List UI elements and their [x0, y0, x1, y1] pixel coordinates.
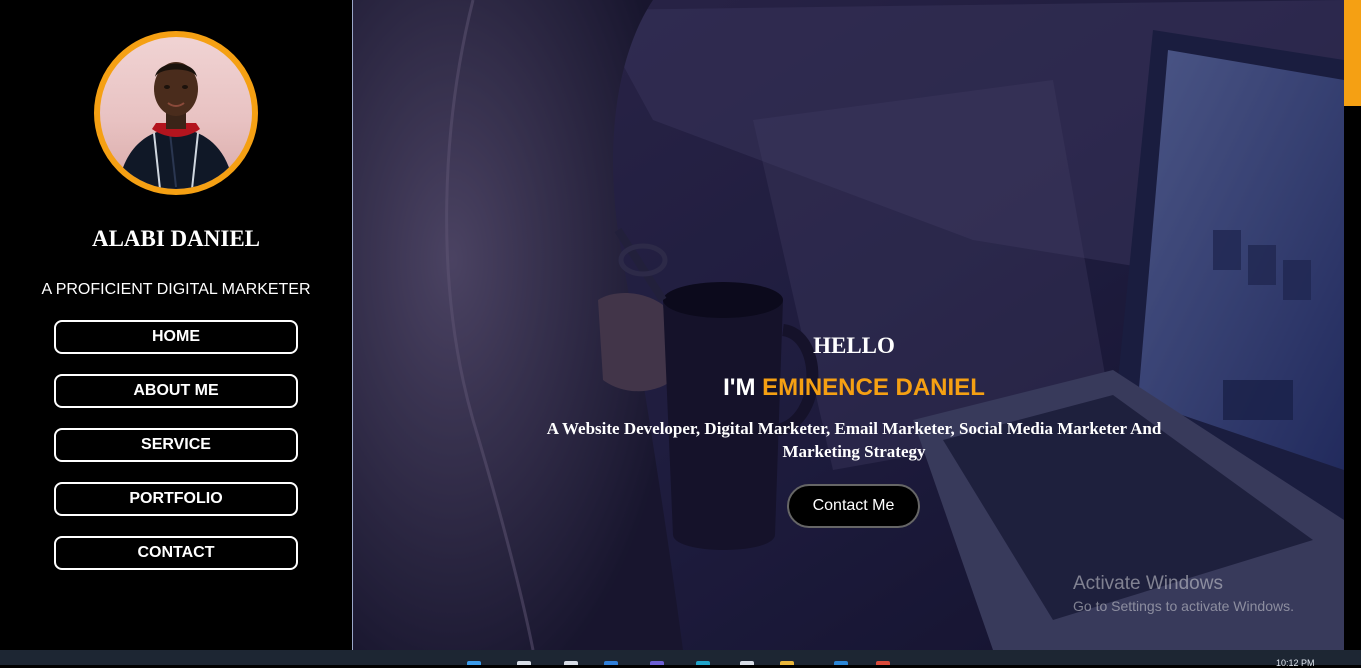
page-scrollbar[interactable] [1344, 0, 1361, 650]
nav-service-button[interactable]: SERVICE [54, 428, 298, 462]
activate-windows-title: Activate Windows [1073, 573, 1223, 594]
scrollbar-thumb[interactable] [1344, 0, 1361, 106]
profile-name: ALABI DANIEL [91, 226, 261, 251]
file-icon[interactable] [740, 661, 754, 665]
hero-intro-prefix: I'M [723, 374, 756, 401]
hero-section: HELLO I'M EMINENCE DANIEL A Website Deve… [353, 0, 1344, 650]
vscode-icon[interactable] [834, 661, 848, 665]
chrome-icon[interactable] [876, 661, 890, 665]
hero-greeting: HELLO [813, 333, 895, 358]
nav-home-button[interactable]: HOME [54, 320, 298, 354]
task-view-icon[interactable] [564, 661, 578, 665]
teams-icon[interactable] [650, 661, 664, 665]
nav-contact-button[interactable]: CONTACT [54, 536, 298, 570]
folder-icon[interactable] [780, 661, 794, 665]
nav-about-button[interactable]: ABOUT ME [54, 374, 298, 408]
taskbar-clock: 10:12 PM [1276, 658, 1315, 668]
hero-intro-name: EMINENCE DANIEL [762, 374, 985, 401]
contact-me-button[interactable]: Contact Me [787, 484, 920, 528]
taskbar: 10:12 PM [0, 650, 1361, 668]
hero-intro: I'M EMINENCE DANIEL [353, 374, 1344, 402]
nav-portfolio-button[interactable]: PORTFOLIO [54, 482, 298, 516]
profile-tagline: A PROFICIENT DIGITAL MARKETER [41, 281, 311, 298]
sidebar: ALABI DANIEL A PROFICIENT DIGITAL MARKET… [0, 0, 353, 650]
windows-icon[interactable] [467, 661, 481, 665]
search-icon[interactable] [517, 661, 531, 665]
profile-avatar [94, 31, 258, 195]
activate-windows-subtitle: Go to Settings to activate Windows. [1073, 598, 1294, 614]
mail-icon[interactable] [604, 661, 618, 665]
hero-description: A Website Developer, Digital Marketer, E… [546, 419, 1162, 461]
edge-icon[interactable] [696, 661, 710, 665]
